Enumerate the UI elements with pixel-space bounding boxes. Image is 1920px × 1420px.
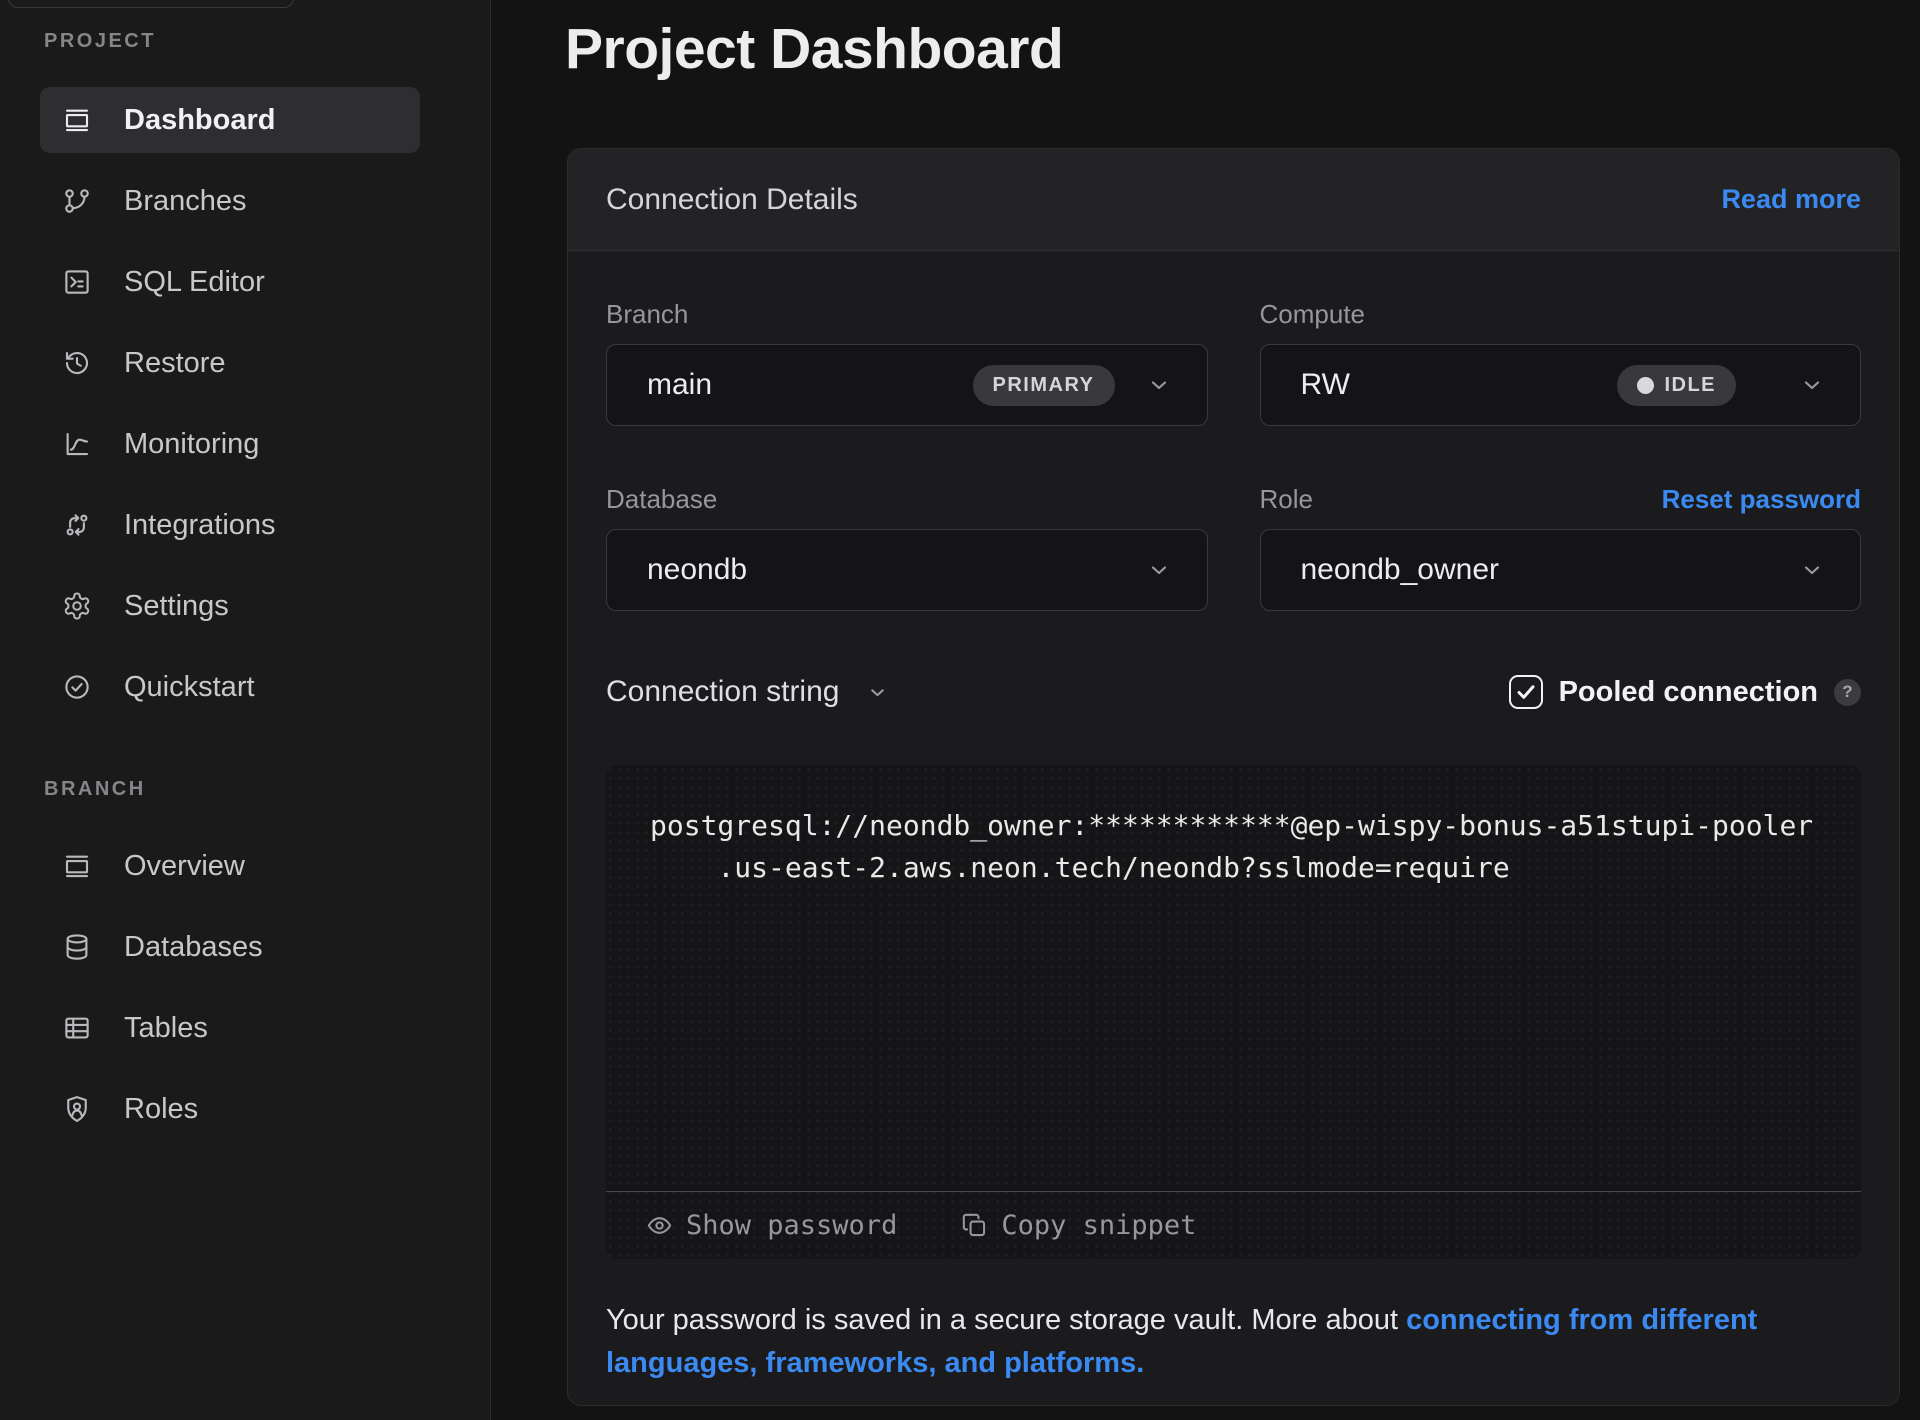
branches-icon bbox=[62, 186, 92, 216]
database-value: neondb bbox=[647, 553, 747, 587]
overview-icon bbox=[62, 851, 92, 881]
chevron-down-icon bbox=[1800, 373, 1824, 397]
compute-value: RW bbox=[1301, 368, 1350, 402]
chevron-down-icon bbox=[1147, 558, 1171, 582]
sidebar-item-label: Databases bbox=[124, 931, 263, 964]
project-selector-edge bbox=[8, 0, 294, 8]
connection-string-box: postgresql://neondb_owner:************@e… bbox=[606, 765, 1861, 1259]
connection-string-label: Connection string bbox=[606, 675, 839, 709]
show-password-button[interactable]: Show password bbox=[646, 1210, 897, 1241]
help-icon[interactable]: ? bbox=[1834, 679, 1861, 706]
database-icon bbox=[62, 932, 92, 962]
eye-icon bbox=[646, 1212, 673, 1239]
connection-string-dropdown[interactable]: Connection string bbox=[606, 675, 888, 709]
card-title: Connection Details bbox=[606, 183, 858, 217]
branch-label: Branch bbox=[606, 299, 1208, 330]
app-window: PROJECT Dashboard Branches bbox=[0, 0, 1920, 1420]
sidebar-item-label: Tables bbox=[124, 1012, 208, 1045]
sidebar-section-project: PROJECT bbox=[44, 30, 156, 53]
sidebar-item-label: Quickstart bbox=[124, 671, 255, 704]
reset-password-link[interactable]: Reset password bbox=[1662, 484, 1861, 515]
integrations-icon bbox=[62, 510, 92, 540]
sidebar-item-label: Dashboard bbox=[124, 104, 275, 137]
code-actions: Show password Copy snippet bbox=[606, 1192, 1861, 1259]
card-body: Branch main PRIMARY Compute bbox=[568, 299, 1899, 1385]
sidebar-item-label: Overview bbox=[124, 850, 245, 883]
sidebar-item-label: Integrations bbox=[124, 509, 276, 542]
database-field: Database neondb bbox=[606, 484, 1208, 611]
shield-user-icon bbox=[62, 1094, 92, 1124]
main-content: Project Dashboard Connection Details Rea… bbox=[492, 0, 1920, 1420]
sidebar-item-sql-editor[interactable]: SQL Editor bbox=[40, 249, 420, 315]
read-more-link[interactable]: Read more bbox=[1721, 184, 1861, 215]
database-select[interactable]: neondb bbox=[606, 529, 1208, 611]
page-title: Project Dashboard bbox=[565, 16, 1063, 82]
role-label: Role bbox=[1260, 484, 1313, 515]
sidebar-item-tables[interactable]: Tables bbox=[40, 995, 420, 1061]
sidebar-item-overview[interactable]: Overview bbox=[40, 833, 420, 899]
pooled-connection-control: Pooled connection ? bbox=[1509, 675, 1861, 709]
sidebar-item-label: Monitoring bbox=[124, 428, 259, 461]
sidebar-group-project: Dashboard Branches SQL Editor bbox=[40, 87, 420, 735]
sidebar-item-label: Restore bbox=[124, 347, 226, 380]
sidebar-item-label: Roles bbox=[124, 1093, 198, 1126]
restore-icon bbox=[62, 348, 92, 378]
card-header: Connection Details Read more bbox=[568, 149, 1899, 251]
status-dot-icon bbox=[1637, 377, 1654, 394]
sidebar-item-label: SQL Editor bbox=[124, 266, 265, 299]
chevron-down-icon bbox=[867, 682, 888, 703]
role-value: neondb_owner bbox=[1301, 553, 1500, 587]
role-field: Role Reset password neondb_owner bbox=[1260, 484, 1862, 611]
password-vault-text: Your password is saved in a secure stora… bbox=[606, 1304, 1406, 1336]
compute-label: Compute bbox=[1260, 299, 1862, 330]
sidebar-item-quickstart[interactable]: Quickstart bbox=[40, 654, 420, 720]
sidebar-item-settings[interactable]: Settings bbox=[40, 573, 420, 639]
table-icon bbox=[62, 1013, 92, 1043]
sidebar-item-monitoring[interactable]: Monitoring bbox=[40, 411, 420, 477]
compute-field: Compute RW IDLE bbox=[1260, 299, 1862, 426]
connection-string-value: postgresql://neondb_owner:************@e… bbox=[606, 765, 1861, 889]
copy-snippet-button[interactable]: Copy snippet bbox=[961, 1210, 1196, 1241]
sidebar-item-branches[interactable]: Branches bbox=[40, 168, 420, 234]
branch-select[interactable]: main PRIMARY bbox=[606, 344, 1208, 426]
sql-editor-icon bbox=[62, 267, 92, 297]
sidebar-item-integrations[interactable]: Integrations bbox=[40, 492, 420, 558]
copy-icon bbox=[961, 1212, 988, 1239]
password-vault-note: Your password is saved in a secure stora… bbox=[606, 1299, 1771, 1385]
pooled-connection-label: Pooled connection bbox=[1559, 676, 1818, 709]
branch-value: main bbox=[647, 368, 712, 402]
settings-gear-icon bbox=[62, 591, 92, 621]
sidebar-item-restore[interactable]: Restore bbox=[40, 330, 420, 396]
connection-details-card: Connection Details Read more Branch main… bbox=[567, 148, 1900, 1406]
primary-badge: PRIMARY bbox=[973, 365, 1115, 406]
check-circle-icon bbox=[62, 672, 92, 702]
sidebar: PROJECT Dashboard Branches bbox=[0, 0, 491, 1420]
chevron-down-icon bbox=[1147, 373, 1171, 397]
sidebar-item-dashboard[interactable]: Dashboard bbox=[40, 87, 420, 153]
branch-field: Branch main PRIMARY bbox=[606, 299, 1208, 426]
idle-status-badge: IDLE bbox=[1617, 365, 1736, 406]
pooled-connection-checkbox[interactable] bbox=[1509, 675, 1543, 709]
sidebar-item-label: Settings bbox=[124, 590, 229, 623]
check-icon bbox=[1514, 680, 1538, 704]
sidebar-section-branch: BRANCH bbox=[44, 778, 146, 801]
compute-select[interactable]: RW IDLE bbox=[1260, 344, 1862, 426]
monitoring-icon bbox=[62, 429, 92, 459]
sidebar-item-roles[interactable]: Roles bbox=[40, 1076, 420, 1142]
chevron-down-icon bbox=[1800, 558, 1824, 582]
database-label: Database bbox=[606, 484, 1208, 515]
dashboard-icon bbox=[62, 105, 92, 135]
sidebar-item-databases[interactable]: Databases bbox=[40, 914, 420, 980]
role-select[interactable]: neondb_owner bbox=[1260, 529, 1862, 611]
sidebar-group-branch: Overview Databases bbox=[40, 833, 420, 1157]
sidebar-item-label: Branches bbox=[124, 185, 247, 218]
